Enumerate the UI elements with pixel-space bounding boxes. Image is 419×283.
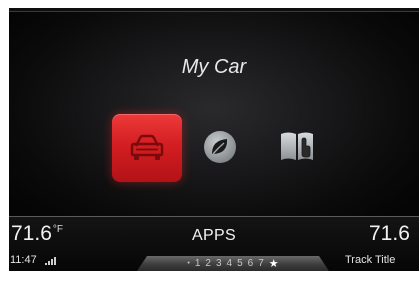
status-bar: 71.6°F APPS 71.6 11:47 • 1 2 3 4 5 6 7 ★…	[9, 217, 419, 271]
page-number[interactable]: 7	[258, 258, 264, 269]
page-marker: •	[187, 260, 190, 267]
apps-button[interactable]: APPS	[169, 227, 259, 245]
driver-temperature-value: 71.6	[11, 222, 52, 245]
page-number[interactable]: 1	[195, 258, 201, 269]
temperature-unit: °F	[52, 224, 63, 235]
clock: 11:47	[10, 254, 37, 266]
page-number[interactable]: 5	[237, 258, 243, 269]
manual-app-button[interactable]	[277, 126, 317, 166]
passenger-temperature[interactable]: 71.6	[369, 222, 410, 246]
leaf-icon	[204, 131, 236, 163]
passenger-temperature-value: 71.6	[369, 222, 410, 245]
page-number[interactable]: 2	[205, 258, 211, 269]
infotainment-screen: My Car 71.6°F APPS 71.6 11:47 • 1 2 3 4 …	[9, 8, 419, 271]
track-title[interactable]: Track Title	[345, 254, 395, 266]
app-page-indicator[interactable]: • 1 2 3 4 5 6 7 ★	[137, 256, 329, 271]
eco-app-button[interactable]	[202, 129, 238, 165]
top-edge	[9, 8, 419, 12]
car-icon	[130, 134, 164, 160]
signal-bars-icon	[45, 257, 56, 265]
favorites-star-icon[interactable]: ★	[269, 257, 279, 270]
screen-title: My Car	[181, 56, 247, 78]
page-number[interactable]: 3	[216, 258, 222, 269]
page-number[interactable]: 6	[248, 258, 254, 269]
main-area: My Car	[9, 8, 419, 218]
my-car-app-button[interactable]	[112, 114, 182, 182]
book-icon	[281, 132, 313, 160]
driver-temperature[interactable]: 71.6°F	[11, 222, 63, 246]
page-number[interactable]: 4	[227, 258, 233, 269]
